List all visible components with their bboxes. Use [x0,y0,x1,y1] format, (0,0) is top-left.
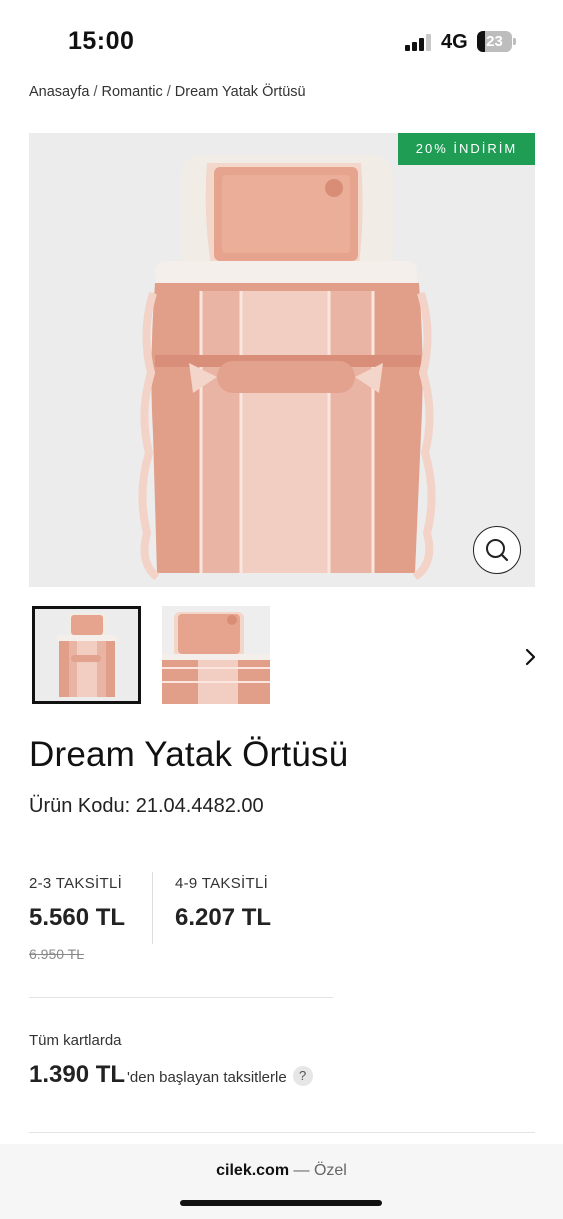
product-main-image[interactable]: 20% İNDİRİM [29,133,535,587]
status-bar: 15:00 4G 23 [0,0,563,84]
network-label: 4G [441,31,468,53]
thumbnail-image [162,606,270,704]
price-option-label: 4-9 TAKSİTLİ [175,875,269,892]
price-option-value: 5.560 TL [29,904,126,931]
search-icon [486,539,509,562]
private-mode-label: — Özel [289,1162,347,1179]
discount-badge: 20% İNDİRİM [398,133,535,165]
price-option-label: 2-3 TAKSİTLİ [29,875,123,892]
status-time: 15:00 [68,27,135,55]
product-code: Ürün Kodu: 21.04.4482.00 [29,795,264,817]
installment-info: 1.390 TL 'den başlayan taksitlerle ? [29,1061,313,1089]
bedspread-image [29,133,535,587]
browser-address-bar[interactable]: cilek.com — Özel [0,1144,563,1219]
signal-icon [405,33,433,51]
price-divider [152,872,153,944]
price-option-2: 4-9 TAKSİTLİ 6.207 TL [175,875,271,932]
product-title: Dream Yatak Örtüsü [29,735,349,774]
installment-text: 'den başlayan taksitlerle [127,1069,287,1086]
url-domain: cilek.com [216,1162,290,1179]
price-option-value: 6.207 TL [175,904,272,931]
battery-level: 23 [486,33,503,50]
installment-amount: 1.390 TL [29,1061,126,1088]
gallery-next-button[interactable] [518,645,542,669]
chevron-right-icon [525,648,536,666]
breadcrumb-item-home[interactable]: Anasayfa [29,84,89,100]
price-option-1: 2-3 TAKSİTLİ 5.560 TL [29,875,125,932]
thumbnail-image [35,609,138,701]
thumbnail-1[interactable] [32,606,141,704]
divider [29,997,333,998]
breadcrumb-item-current: Dream Yatak Örtüsü [174,84,306,100]
home-indicator[interactable] [180,1200,382,1206]
thumbnail-2[interactable] [162,606,270,704]
help-icon[interactable]: ? [292,1066,313,1086]
old-price: 6.950 TL [29,946,85,962]
battery-icon: 23 [477,31,516,52]
installment-label: Tüm kartlarda [29,1032,122,1049]
breadcrumb-separator: / [93,84,98,100]
breadcrumb-item-category[interactable]: Romantic [102,84,163,100]
divider [29,1132,535,1133]
url-display[interactable]: cilek.com — Özel [0,1162,563,1180]
breadcrumb: Anasayfa / Romantic / Dream Yatak Örtüsü [29,84,306,100]
breadcrumb-separator: / [166,84,171,100]
zoom-button[interactable] [473,526,521,574]
